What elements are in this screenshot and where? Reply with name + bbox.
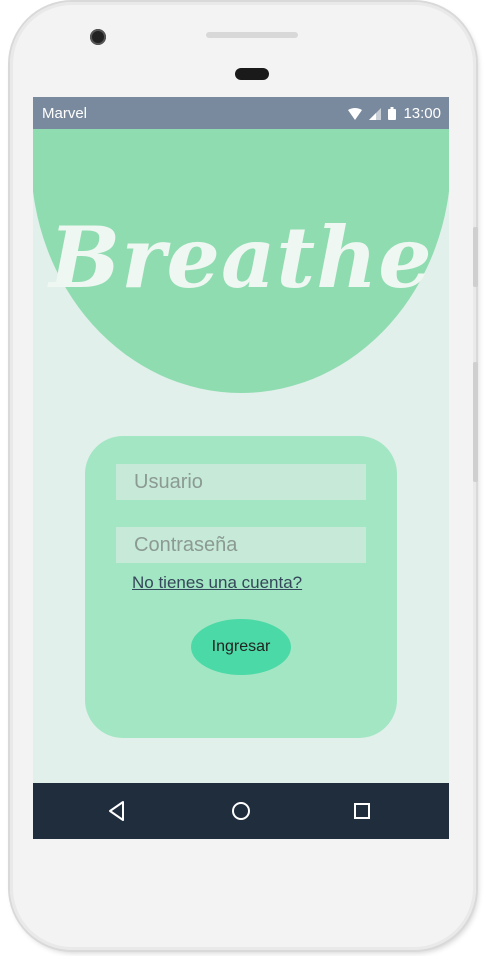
breathe-logo: Breathe [47,208,432,307]
username-input[interactable] [116,464,366,500]
carrier-label: Marvel [42,105,88,122]
status-bar: Marvel 13:00 [33,97,449,129]
nav-bar [33,783,449,839]
app-screen: Marvel 13:00 Breathe No tienes una cuent… [33,97,449,839]
battery-icon [388,107,397,120]
back-icon[interactable] [103,797,131,825]
wifi-icon [348,107,363,120]
volume-button [473,362,478,482]
password-input[interactable] [116,527,366,563]
logo-text: Breathe [47,208,432,307]
login-card: No tienes una cuenta? Ingresar [85,436,397,738]
earpiece-speaker [206,32,298,38]
signup-link[interactable]: No tienes una cuenta? [132,573,302,593]
recents-icon[interactable] [348,797,376,825]
clock: 13:00 [403,105,441,122]
front-camera [90,29,106,45]
home-icon[interactable] [227,797,255,825]
status-icons: 13:00 [348,105,441,122]
proximity-sensor [235,68,269,80]
signal-icon [369,107,382,120]
login-button[interactable]: Ingresar [191,619,291,675]
power-button [473,227,478,287]
